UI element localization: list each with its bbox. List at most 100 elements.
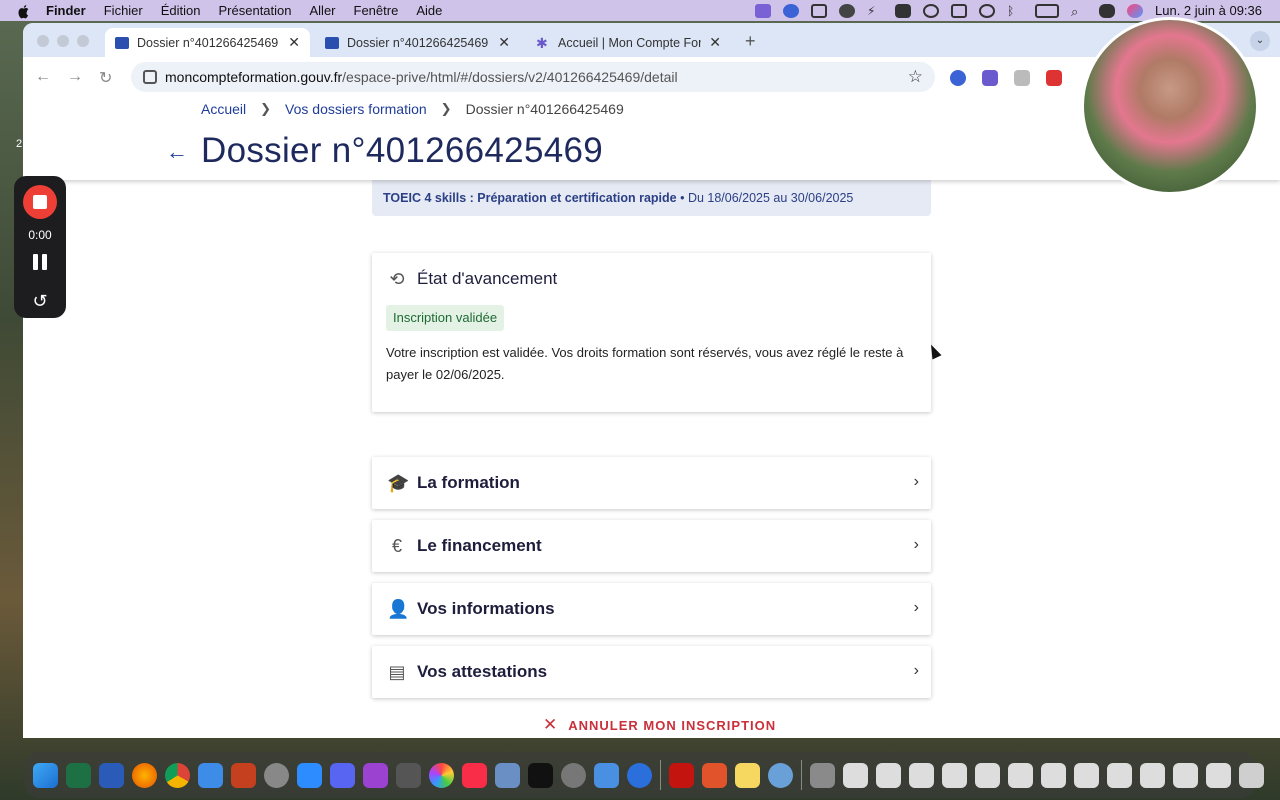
close-tab-icon[interactable]: ✕ — [709, 34, 721, 51]
screen-share-icon[interactable] — [755, 3, 772, 18]
extension-icon[interactable] — [1014, 70, 1030, 86]
section-vos-attestations[interactable]: ▤ Vos attestations › — [372, 646, 931, 698]
minimize-window-button[interactable] — [57, 35, 69, 47]
zoom-icon[interactable] — [783, 3, 800, 18]
minimized-window-icon[interactable] — [1107, 762, 1132, 788]
restart-icon[interactable]: ↺ — [29, 290, 51, 312]
minimized-window-icon[interactable] — [1140, 762, 1165, 788]
course-dates: • Du 18/06/2025 au 30/06/2025 — [676, 191, 854, 205]
site-info-icon[interactable] — [143, 70, 157, 84]
bookmark-star-icon[interactable]: ☆ — [908, 67, 923, 87]
minimized-window-icon[interactable] — [975, 762, 1000, 788]
pause-icon[interactable] — [33, 254, 47, 270]
play-icon[interactable] — [923, 3, 940, 18]
webcam-bubble[interactable] — [1081, 17, 1259, 195]
discord-icon[interactable] — [330, 762, 355, 788]
battery-icon[interactable] — [1035, 3, 1060, 18]
site-favicon-icon — [325, 36, 339, 49]
menu-aller[interactable]: Aller — [310, 3, 336, 18]
back-icon[interactable]: ← — [35, 68, 51, 86]
siri-icon[interactable] — [1127, 3, 1144, 18]
camera-icon[interactable] — [811, 3, 828, 18]
apple-tv-icon[interactable] — [528, 762, 553, 788]
menu-presentation[interactable]: Présentation — [219, 3, 292, 18]
menu-fenetre[interactable]: Fenêtre — [354, 3, 399, 18]
course-name: TOEIC 4 skills : Préparation et certific… — [383, 191, 677, 205]
recorder-app-icon[interactable] — [264, 762, 289, 788]
menu-finder[interactable]: Finder — [46, 3, 86, 18]
breadcrumb-dossiers[interactable]: Vos dossiers formation — [285, 101, 427, 117]
minimized-window-icon[interactable] — [909, 762, 934, 788]
minimized-window-icon[interactable] — [1074, 762, 1099, 788]
finder-icon[interactable] — [33, 762, 58, 788]
chevron-right-icon: › — [913, 599, 919, 616]
quicktime-icon[interactable] — [768, 762, 793, 788]
preview-icon[interactable] — [495, 762, 520, 788]
zoom-app-icon[interactable] — [297, 762, 322, 788]
apple-icon[interactable] — [16, 3, 32, 19]
pdf-extension-icon[interactable] — [1046, 70, 1062, 86]
cancel-label: ANNULER MON INSCRIPTION — [568, 717, 777, 733]
minimized-window-icon[interactable] — [942, 762, 967, 788]
extension-icon[interactable] — [982, 70, 998, 86]
fire-app-icon[interactable] — [702, 762, 727, 788]
mail-icon[interactable] — [198, 762, 223, 788]
browser-app-icon[interactable] — [627, 762, 652, 788]
minimized-window-icon[interactable] — [1173, 762, 1198, 788]
tab-dossier-2[interactable]: Dossier n°401266425469 : T ✕ — [315, 28, 520, 57]
search-icon[interactable]: ⌕ — [1071, 4, 1087, 19]
app-icon[interactable] — [895, 3, 912, 18]
notes-icon[interactable] — [735, 762, 760, 788]
chrome-icon[interactable] — [165, 762, 190, 788]
powerpoint-icon[interactable] — [231, 762, 256, 788]
reload-icon[interactable]: ↻ — [99, 68, 112, 88]
close-window-button[interactable] — [37, 35, 49, 47]
section-la-formation[interactable]: 🎓 La formation › — [372, 457, 931, 509]
creative-cloud-icon[interactable] — [839, 3, 856, 18]
section-vos-informations[interactable]: 👤 Vos informations › — [372, 583, 931, 635]
tab-search-icon[interactable]: ⌄ — [1250, 31, 1270, 51]
bluetooth-icon[interactable]: ᛒ — [1007, 4, 1023, 18]
menu-edition[interactable]: Édition — [161, 3, 201, 18]
new-tab-icon[interactable]: + — [745, 31, 756, 52]
music-icon[interactable] — [462, 762, 487, 788]
firefox-icon[interactable] — [132, 762, 157, 788]
menu-aide[interactable]: Aide — [416, 3, 442, 18]
tab-accueil[interactable]: ✱ Accueil | Mon Compte Format ✕ — [526, 28, 731, 57]
control-center-icon[interactable] — [1099, 3, 1116, 18]
back-arrow-icon[interactable]: ← — [166, 139, 188, 165]
minimized-window-icon[interactable] — [1008, 762, 1033, 788]
minimized-window-icon[interactable] — [843, 762, 868, 788]
stop-recording-button[interactable] — [23, 185, 57, 219]
section-le-financement[interactable]: € Le financement › — [372, 520, 931, 572]
tab-dossier-1[interactable]: Dossier n°401266425469 - T ✕ — [105, 28, 310, 57]
word-icon[interactable] — [99, 762, 124, 788]
minimized-window-icon[interactable] — [876, 762, 901, 788]
minimized-window-icon[interactable] — [1041, 762, 1066, 788]
chevron-right-icon: › — [913, 473, 919, 490]
menu-fichier[interactable]: Fichier — [104, 3, 143, 18]
photos-icon[interactable] — [429, 762, 454, 788]
acrobat-icon[interactable] — [669, 762, 694, 788]
keyboard-icon[interactable] — [951, 3, 968, 18]
system-settings-icon[interactable] — [561, 762, 586, 788]
cancel-registration-button[interactable]: ✕ ANNULER MON INSCRIPTION — [543, 715, 776, 735]
breadcrumb-accueil[interactable]: Accueil — [201, 101, 246, 117]
screenshot-icon[interactable] — [396, 762, 421, 788]
app-store-icon[interactable] — [594, 762, 619, 788]
minimized-window-icon[interactable] — [1206, 762, 1231, 788]
zoom-window-button[interactable] — [77, 35, 89, 47]
window-controls — [37, 35, 89, 47]
forward-icon[interactable]: → — [67, 68, 83, 86]
address-bar[interactable]: moncompteformation.gouv.fr /espace-prive… — [131, 62, 935, 92]
close-tab-icon[interactable]: ✕ — [288, 34, 300, 51]
podcasts-icon[interactable] — [363, 762, 388, 788]
help-icon[interactable] — [810, 762, 835, 788]
trash-icon[interactable] — [1239, 762, 1264, 788]
close-tab-icon[interactable]: ✕ — [498, 34, 510, 51]
menu-clock[interactable]: Lun. 2 juin à 09:36 — [1155, 3, 1262, 18]
time-machine-icon[interactable] — [979, 3, 996, 18]
zoom-extension-icon[interactable] — [950, 70, 966, 86]
excel-icon[interactable] — [66, 762, 91, 788]
bolt-icon[interactable]: ⚡ — [867, 4, 883, 18]
